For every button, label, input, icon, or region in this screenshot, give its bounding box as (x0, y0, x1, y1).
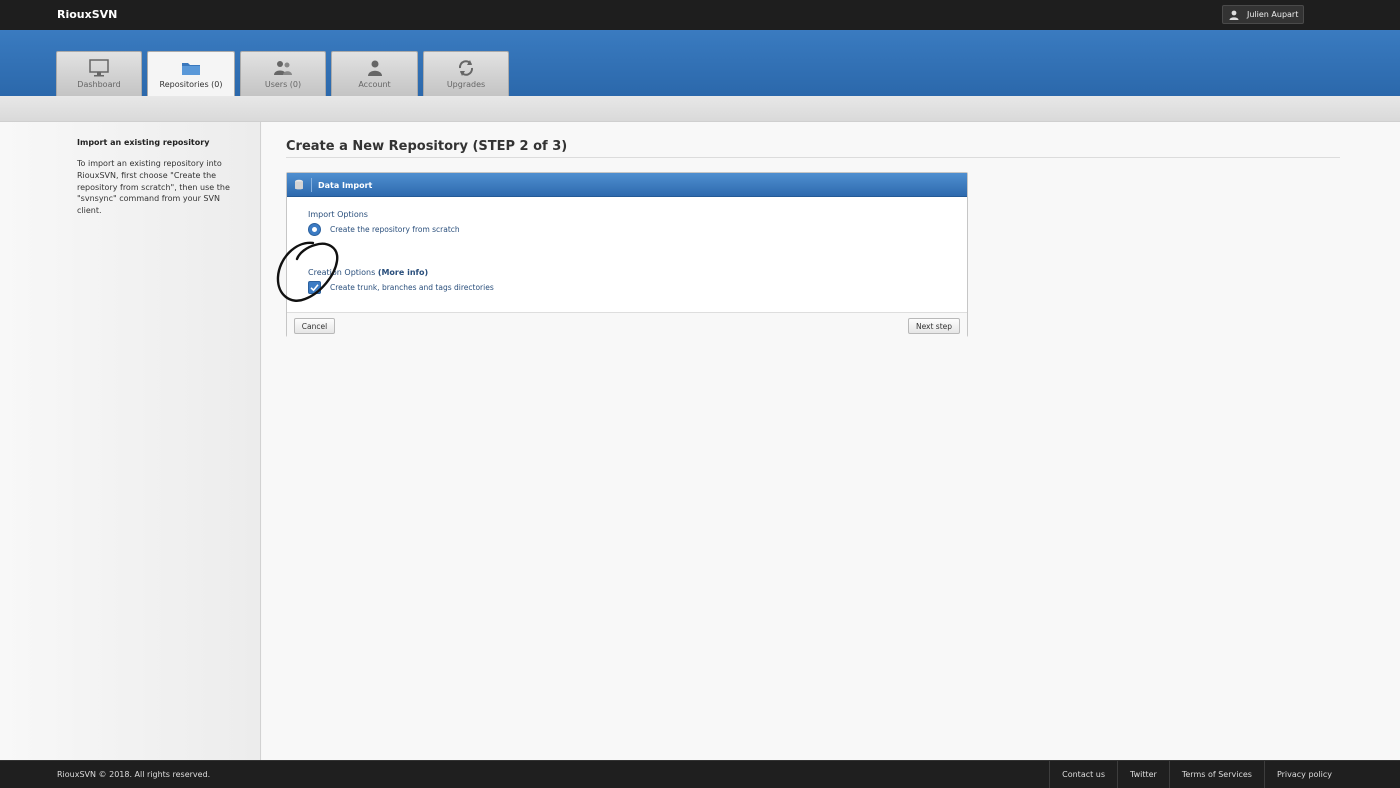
checkmark-icon (310, 284, 319, 292)
tab-dashboard[interactable]: Dashboard (56, 51, 142, 96)
footer: RiouxSVN © 2018. All rights reserved. Co… (0, 760, 1400, 788)
panel-title: Data Import (318, 181, 373, 190)
tab-users[interactable]: Users (0) (240, 51, 326, 96)
tab-upgrades[interactable]: Upgrades (423, 51, 509, 96)
cancel-button[interactable]: Cancel (294, 318, 335, 334)
copyright-text: RiouxSVN © 2018. All rights reserved. (57, 770, 211, 779)
sidebar: Import an existing repository To import … (0, 122, 261, 760)
users-icon (274, 61, 292, 75)
creation-options-label: Creation Options (More info) (308, 268, 428, 277)
privacy-link[interactable]: Privacy policy (1263, 761, 1344, 788)
monitor-icon (89, 59, 109, 77)
page-title: Create a New Repository (STEP 2 of 3) (286, 139, 568, 154)
next-step-button[interactable]: Next step (908, 318, 960, 334)
user-icon (1229, 10, 1239, 20)
import-option-scratch[interactable]: Create the repository from scratch (308, 223, 460, 236)
sub-navigation-bar (0, 96, 1400, 122)
database-icon (295, 179, 303, 190)
contact-us-link[interactable]: Contact us (1049, 761, 1117, 788)
account-icon (367, 60, 382, 76)
brand-logo[interactable]: RiouxSVN (57, 8, 117, 21)
creation-option-directories[interactable]: Create trunk, branches and tags director… (308, 281, 494, 294)
panel-footer: Cancel Next step (287, 312, 967, 337)
tab-account[interactable]: Account (331, 51, 418, 96)
main-nav: Dashboard Repositories (0) Users (0) Acc… (0, 30, 1400, 97)
sidebar-help-text: To import an existing repository into Ri… (77, 159, 230, 216)
top-bar: RiouxSVN Julien Aupart (0, 0, 1400, 30)
checkbox[interactable] (308, 281, 321, 294)
tab-repositories[interactable]: Repositories (0) (147, 51, 235, 97)
tab-label: Upgrades (446, 80, 486, 89)
creation-option-label: Create trunk, branches and tags director… (330, 283, 494, 292)
refresh-icon (458, 60, 474, 76)
twitter-link[interactable]: Twitter (1117, 761, 1169, 788)
sidebar-title: Import an existing repository (77, 138, 210, 147)
footer-links: Contact us Twitter Terms of Services Pri… (1049, 761, 1344, 788)
tab-label: Repositories (0) (159, 80, 223, 89)
radio-button[interactable] (308, 223, 321, 236)
tab-label: Users (0) (264, 80, 302, 89)
terms-link[interactable]: Terms of Services (1168, 761, 1264, 788)
import-options-label: Import Options (308, 210, 368, 219)
panel-header: Data Import (287, 173, 967, 197)
user-name: Julien Aupart (1247, 10, 1299, 19)
title-divider (286, 157, 1340, 158)
main-content: Create a New Repository (STEP 2 of 3) Da… (262, 122, 1400, 760)
user-menu-button[interactable]: Julien Aupart (1222, 5, 1304, 24)
tab-label: Account (358, 80, 391, 89)
folder-icon (182, 63, 200, 75)
more-info-link[interactable]: (More info) (378, 268, 428, 277)
creation-options-text: Creation Options (308, 268, 376, 277)
tab-label: Dashboard (77, 80, 121, 89)
header-separator (311, 178, 312, 192)
import-option-label: Create the repository from scratch (330, 225, 460, 234)
data-import-panel: Data Import Import Options Create the re… (286, 172, 968, 337)
